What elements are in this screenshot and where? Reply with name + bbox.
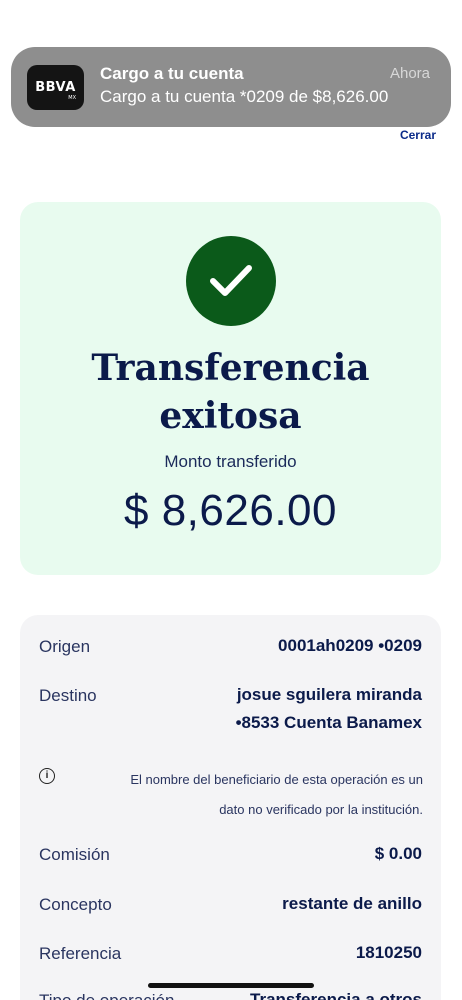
origen-value: 0001ah0209 •0209	[278, 636, 422, 655]
amount-label: Monto transferido	[164, 452, 297, 471]
referencia-value: 1810250	[355, 943, 422, 962]
info-icon: i	[39, 768, 55, 784]
title-line-1: Transferencia	[91, 347, 370, 389]
referencia-label: Referencia	[39, 944, 122, 963]
notice-line-1: El nombre del beneficiario de esta opera…	[130, 772, 423, 787]
page-title: Transferencia exitosa	[20, 344, 441, 440]
title-line-2: exitosa	[159, 395, 302, 437]
tipo-label: Tipo de operación	[39, 991, 174, 1000]
logo-sub: MX	[68, 95, 76, 101]
concepto-label: Concepto	[39, 895, 112, 914]
origen-label: Origen	[39, 637, 91, 656]
concepto-value: restante de anillo	[282, 894, 422, 913]
comision-value: $ 0.00	[374, 844, 422, 863]
notice-text: El nombre del beneficiario de esta opera…	[77, 765, 423, 825]
checkmark-icon	[186, 236, 276, 326]
notification-title: Cargo a tu cuenta	[100, 64, 244, 83]
bbva-app-icon: BBVA MX	[27, 65, 84, 110]
push-notification[interactable]: BBVA MX Cargo a tu cuenta Cargo a tu cue…	[11, 47, 451, 127]
notification-body: Cargo a tu cuenta *0209 de $8,626.00	[100, 87, 389, 106]
notice-line-2: dato no verificado por la institución.	[219, 802, 423, 817]
amount-value: $ 8,626.00	[124, 486, 337, 535]
notification-time: Ahora	[389, 65, 430, 82]
destino-value: josue sguilera miranda •8533 Cuenta Bana…	[236, 681, 422, 737]
comision-label: Comisión	[39, 845, 110, 864]
destino-account: •8533 Cuenta Banamex	[235, 713, 422, 732]
home-indicator[interactable]	[148, 983, 314, 988]
destino-name: josue sguilera miranda	[236, 685, 422, 704]
details-card: Origen 0001ah0209 •0209 Destino josue sg…	[20, 615, 441, 1000]
success-card: Transferencia exitosa Monto transferido …	[20, 202, 441, 575]
tipo-value: Transferencia a otros	[250, 990, 422, 1000]
destino-label: Destino	[39, 686, 97, 705]
close-button[interactable]: Cerrar	[400, 128, 436, 142]
logo-text: BBVA	[35, 80, 76, 95]
